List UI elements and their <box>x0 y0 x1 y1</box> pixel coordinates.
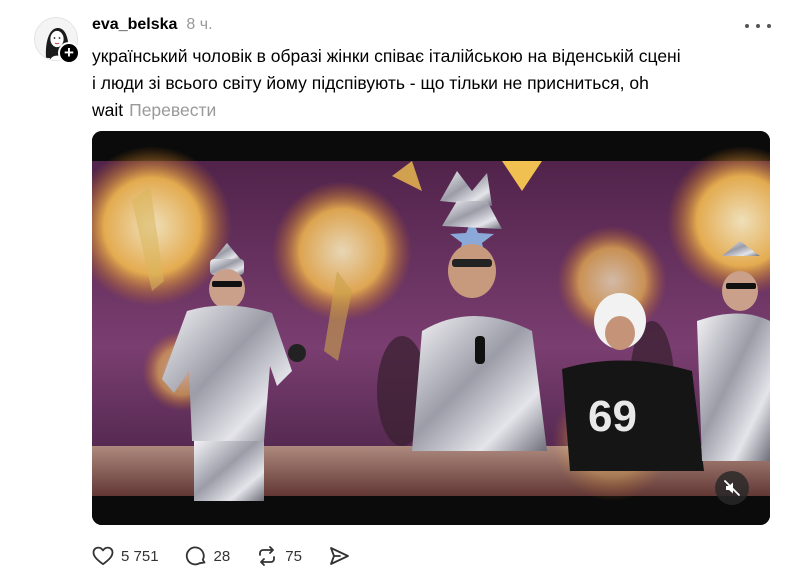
thread-post: + eva_belska 8 ч. український чоловік в … <box>0 0 793 581</box>
share-button[interactable] <box>328 545 350 567</box>
post-text-line: і люди зі всього світу йому підспівують … <box>92 73 649 93</box>
repost-button[interactable]: 75 <box>256 545 302 567</box>
post-text: український чоловік в образі жінки співа… <box>92 43 752 124</box>
jersey-number: 69 <box>588 392 637 441</box>
video-player[interactable]: 69 <box>92 131 770 525</box>
comment-count: 28 <box>213 547 231 565</box>
post-text-line-last: wait Перевести <box>92 97 752 124</box>
post-header: eva_belska 8 ч. <box>92 16 213 38</box>
repost-count: 75 <box>285 547 302 565</box>
translate-link[interactable]: Перевести <box>129 100 216 120</box>
comment-button[interactable]: 28 <box>185 545 231 567</box>
send-icon <box>330 547 349 565</box>
username[interactable]: eva_belska <box>92 16 177 34</box>
video-frame: 69 <box>92 131 770 525</box>
more-dots-icon <box>767 24 771 28</box>
speaker-muted-icon <box>724 480 740 496</box>
like-button[interactable]: 5 751 <box>92 546 159 566</box>
more-dots-icon <box>756 24 760 28</box>
follow-button[interactable]: + <box>58 42 80 64</box>
post-text-line: український чоловік в образі жінки співа… <box>92 46 681 66</box>
action-bar: 5 751 28 75 <box>92 543 376 569</box>
repost-icon <box>259 546 276 566</box>
post-text-line: wait <box>92 100 124 120</box>
heart-icon <box>92 546 114 566</box>
mute-button[interactable] <box>715 471 749 505</box>
more-dots-icon <box>745 24 749 28</box>
like-count: 5 751 <box>121 547 159 565</box>
more-options-button[interactable] <box>745 16 771 36</box>
timestamp: 8 ч. <box>186 16 213 33</box>
comment-bubble-icon <box>185 546 205 566</box>
